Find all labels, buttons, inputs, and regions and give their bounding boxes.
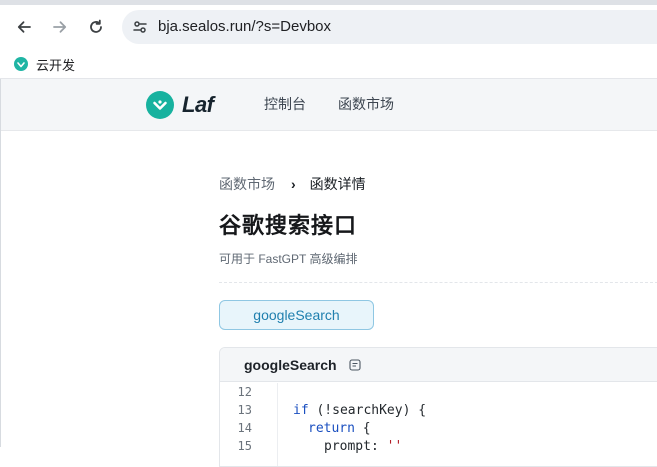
laf-favicon-icon: [14, 57, 28, 71]
site-header: Laf 控制台 函数市场: [1, 79, 657, 131]
bookmark-label: 云开发: [36, 57, 76, 73]
forward-button[interactable]: [44, 11, 76, 43]
page-content: Laf 控制台 函数市场 函数市场 › 函数详情 谷歌搜索接口 可用于 Fast…: [0, 79, 657, 467]
page-title: 谷歌搜索接口: [219, 213, 358, 238]
site-logo[interactable]: Laf: [146, 91, 214, 119]
line-number: 12: [237, 385, 252, 399]
bookmark-item[interactable]: 云开发: [14, 53, 75, 75]
code-panel: googleSearch 12 13 14 15 if (!searchKey)…: [219, 347, 657, 467]
code-keyword: if: [293, 403, 309, 418]
document-icon[interactable]: [349, 359, 361, 371]
divider: [219, 282, 657, 283]
nav-console[interactable]: 控制台: [264, 94, 306, 114]
code-file-name: googleSearch: [244, 357, 337, 373]
code-line[interactable]: return {: [308, 421, 371, 436]
arrow-left-icon: [17, 21, 31, 33]
tune-icon: [133, 21, 147, 33]
laf-logo-icon: [146, 91, 174, 119]
line-number: 15: [237, 439, 252, 453]
reload-icon: [90, 19, 102, 33]
page-subtitle: 可用于 FastGPT 高级编排: [219, 252, 358, 266]
arrow-right-icon: [53, 21, 67, 33]
breadcrumb-separator: ›: [291, 176, 296, 192]
code-punct: {: [354, 421, 371, 436]
logo-text: Laf: [182, 92, 214, 117]
breadcrumb-parent[interactable]: 函数市场: [219, 174, 275, 194]
code-punct: ) {: [402, 403, 427, 418]
code-keyword: return: [308, 421, 355, 436]
code-punct: (!: [308, 403, 333, 418]
line-number: 13: [237, 403, 252, 417]
reload-button[interactable]: [80, 11, 112, 43]
code-panel-header: googleSearch: [220, 348, 657, 382]
line-number-gutter: 12 13 14 15: [220, 383, 278, 466]
function-tab-button[interactable]: googleSearch: [219, 300, 374, 330]
line-number: 14: [237, 421, 252, 435]
browser-toolbar: bja.sealos.run/?s=Devbox: [0, 5, 657, 49]
back-button[interactable]: [8, 11, 40, 43]
url-text[interactable]: bja.sealos.run/?s=Devbox: [158, 10, 331, 44]
bookmarks-bar: 云开发: [0, 49, 657, 79]
address-bar[interactable]: bja.sealos.run/?s=Devbox: [122, 10, 657, 44]
code-variable: searchKey: [332, 403, 403, 418]
code-line[interactable]: if (!searchKey) {: [293, 403, 426, 418]
nav-function-market[interactable]: 函数市场: [338, 94, 394, 114]
breadcrumb: 函数市场 › 函数详情: [219, 174, 366, 194]
breadcrumb-current: 函数详情: [309, 176, 366, 192]
site-info-button[interactable]: [128, 15, 152, 39]
